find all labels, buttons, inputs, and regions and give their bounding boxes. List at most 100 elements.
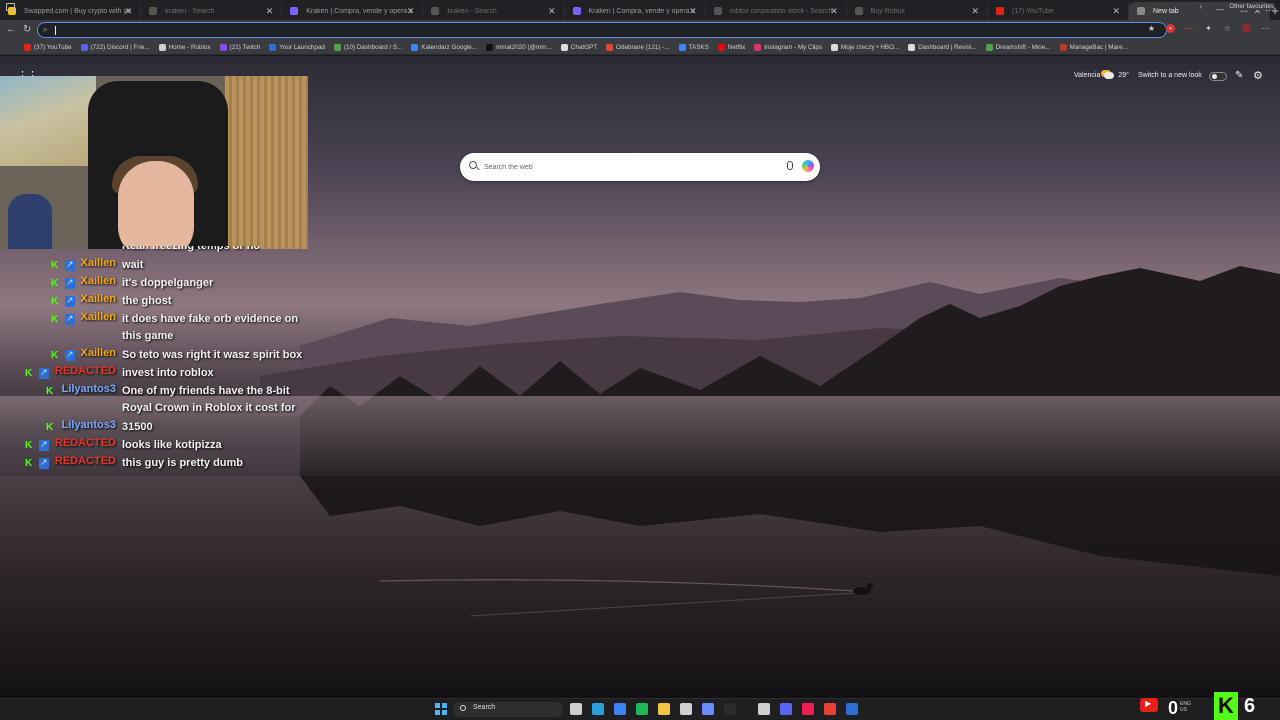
other-favourites[interactable]: Other favourites <box>1225 3 1274 10</box>
chat-username[interactable]: Xaillen <box>81 347 116 359</box>
pencil-icon[interactable]: ✎ <box>1235 70 1243 81</box>
web-search-input[interactable] <box>484 160 774 174</box>
taskbar-search[interactable]: Search <box>453 702 563 717</box>
todo-icon[interactable] <box>614 703 626 715</box>
kick-badge-icon: K <box>25 440 33 451</box>
profile-avatar[interactable] <box>1242 24 1251 33</box>
bookmark-item[interactable]: Instagram - My Clips <box>754 43 822 51</box>
menu-icon[interactable]: ⋯ <box>1261 24 1270 33</box>
app-icon[interactable] <box>680 703 692 715</box>
bookmark-item[interactable]: Home - Roblox <box>158 43 211 51</box>
chat-username[interactable]: Xaillen <box>81 275 116 287</box>
extension-icon[interactable]: — <box>1185 24 1194 33</box>
kick-badge-icon: K <box>25 458 33 469</box>
bookmark-favicon <box>831 43 839 51</box>
discord-icon[interactable] <box>780 703 792 715</box>
back-icon[interactable] <box>758 703 770 715</box>
bookmark-item[interactable]: Kalendarz Google... <box>411 43 477 51</box>
bookmark-item[interactable]: (722) Discord | Frie... <box>80 43 150 51</box>
star-icon[interactable]: ★ <box>1147 24 1156 33</box>
bookmark-item[interactable]: TASKS <box>678 43 709 51</box>
weather-widget[interactable]: Valencia 29° <box>1074 72 1129 79</box>
bookmark-item[interactable]: Netflix <box>717 43 746 51</box>
taskbar-search-label: Search <box>473 704 496 711</box>
bookmark-favicon <box>717 43 725 51</box>
close-tab-icon[interactable]: ✕ <box>689 6 697 17</box>
bookmark-label: Netflix <box>727 43 746 51</box>
bookmark-item[interactable]: ChatGPT <box>560 43 597 51</box>
app-icon[interactable] <box>846 703 858 715</box>
chat-username[interactable]: Xaillen <box>81 311 116 323</box>
bookmark-item[interactable]: (10) Dashboard / S... <box>333 43 402 51</box>
browser-tab[interactable]: (17) YouTube ✕ <box>988 2 1129 20</box>
bookmark-item[interactable]: Your Launchpad <box>269 43 325 51</box>
chat-username[interactable]: REDACTED <box>55 437 116 449</box>
windows-taskbar: Search <box>0 698 1280 720</box>
browser-tab[interactable]: Swapped.com | Buy crypto with yo ✕ <box>0 2 142 20</box>
chevron-right-icon[interactable]: › <box>1199 2 1202 11</box>
bookmark-favicon <box>1059 43 1067 51</box>
chrome-icon[interactable] <box>824 703 836 715</box>
app-icon[interactable] <box>702 703 714 715</box>
close-tab-icon[interactable]: ✕ <box>266 6 274 17</box>
gear-icon[interactable]: ⚙ <box>1253 69 1263 82</box>
tab-title: Buy Robux <box>870 7 905 15</box>
tab-favicon <box>1137 7 1145 15</box>
browser-tab[interactable]: roblox corporation stock - Search ✕ <box>706 2 847 20</box>
back-button[interactable]: ← <box>6 24 16 35</box>
close-tab-icon[interactable]: ✕ <box>125 6 133 17</box>
tiktok-icon[interactable] <box>802 703 814 715</box>
close-tab-icon[interactable]: ✕ <box>1112 6 1120 17</box>
task-view-icon[interactable] <box>570 703 582 715</box>
tab-title: kraken - Search <box>165 7 215 15</box>
address-input[interactable] <box>54 24 1134 36</box>
chat-message-text: it's doppelganger <box>122 275 312 292</box>
spotify-icon[interactable] <box>636 703 648 715</box>
bookmark-favicon <box>985 43 993 51</box>
browser-tab[interactable]: kraken - Search ✕ <box>141 2 283 20</box>
bookmark-item[interactable]: (21) Twitch <box>219 43 260 51</box>
extensions-icon[interactable]: ✦ <box>1204 24 1213 33</box>
browser-tab[interactable]: Buy Robux ✕ <box>847 2 988 20</box>
close-tab-icon[interactable]: ✕ <box>548 6 556 17</box>
bookmark-label: Dreamshift - Mine... <box>995 43 1051 51</box>
bookmark-item[interactable]: ManageBac | Mare... <box>1059 43 1128 51</box>
app-icon[interactable] <box>724 703 736 715</box>
windows-start-icon[interactable] <box>435 703 447 715</box>
refresh-button[interactable]: ↻ <box>23 24 31 35</box>
file-explorer-icon[interactable] <box>658 703 670 715</box>
favorites-icon[interactable]: ☆ <box>1223 24 1232 33</box>
bookmark-item[interactable]: Dreamshift - Mine... <box>985 43 1051 51</box>
chat-username[interactable]: REDACTED <box>55 455 116 467</box>
wall-map <box>0 76 96 166</box>
browser-tab[interactable]: Kraken | Compra, vende y opera c ✕ <box>282 2 424 20</box>
chat-message: REDACTED invest into roblox K <box>0 365 320 383</box>
edge-icon[interactable] <box>592 703 604 715</box>
chat-username[interactable]: Lilyantos3 <box>62 383 116 395</box>
bookmark-label: Moje rzeczy • HBO... <box>841 43 900 51</box>
apps-icon[interactable] <box>6 3 15 11</box>
bookmark-item[interactable]: mmat2020 (@mm... <box>486 43 552 51</box>
copilot-icon[interactable] <box>802 160 814 172</box>
address-bar[interactable]: ⌕ <box>37 22 1167 38</box>
browser-tab[interactable]: kraken - Search ✕ <box>423 2 565 20</box>
weather-city: Valencia <box>1074 72 1101 79</box>
bookmark-item[interactable]: Dashboard | Revisi... <box>908 43 977 51</box>
chat-username[interactable]: REDACTED <box>55 365 116 377</box>
extension-icon[interactable]: • <box>1166 24 1175 33</box>
microphone-icon[interactable] <box>787 161 793 170</box>
browser-tab[interactable]: Kraken | Compra, vende y opera c ✕ <box>565 2 706 20</box>
chat-username[interactable]: Xaillen <box>81 293 116 305</box>
web-search-box[interactable] <box>460 153 820 181</box>
chat-username[interactable]: Xaillen <box>81 257 116 269</box>
chat-username[interactable]: Lilyantos3 <box>62 419 116 431</box>
language-indicator[interactable]: ENG US <box>1180 701 1191 713</box>
bookmark-item[interactable]: (37) YouTube <box>24 43 72 51</box>
close-tab-icon[interactable]: ✕ <box>407 6 415 17</box>
bookmark-item[interactable]: Moje rzeczy • HBO... <box>831 43 900 51</box>
new-look-toggle[interactable] <box>1209 72 1227 81</box>
close-tab-icon[interactable]: ✕ <box>830 6 838 17</box>
close-tab-icon[interactable]: ✕ <box>971 6 979 17</box>
bookmark-item[interactable]: Odebrane (121) -... <box>606 43 670 51</box>
youtube-icon[interactable] <box>1140 698 1158 712</box>
